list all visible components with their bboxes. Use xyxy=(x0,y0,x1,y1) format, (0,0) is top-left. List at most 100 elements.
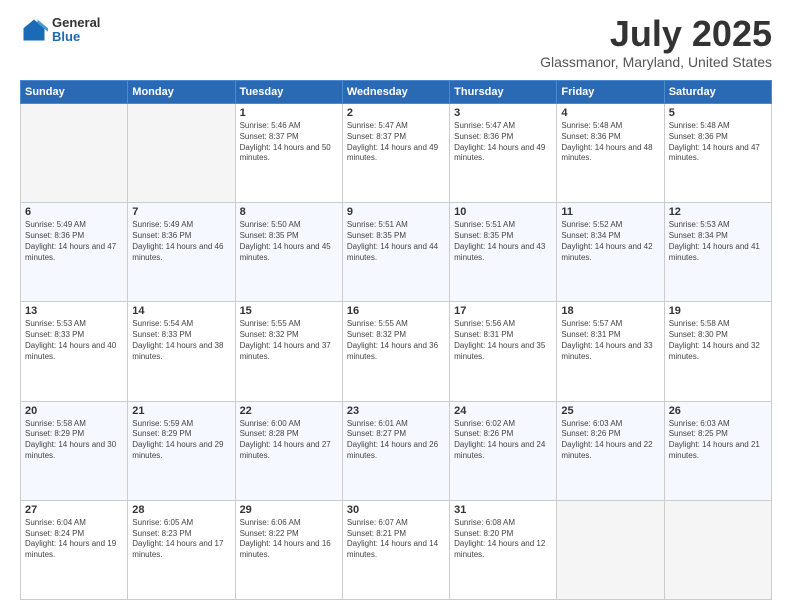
day-cell: 18 Sunrise: 5:57 AMSunset: 8:31 PMDayligh… xyxy=(557,302,664,401)
day-number: 20 xyxy=(25,405,123,417)
day-number: 27 xyxy=(25,504,123,516)
page: General Blue July 2025 Glassmanor, Maryl… xyxy=(0,0,792,612)
day-number: 18 xyxy=(561,305,659,317)
day-info: Sunrise: 5:59 AMSunset: 8:29 PMDaylight:… xyxy=(132,419,230,462)
day-info: Sunrise: 5:49 AMSunset: 8:36 PMDaylight:… xyxy=(132,220,230,263)
logo-line1: General xyxy=(52,16,100,30)
day-cell: 31 Sunrise: 6:08 AMSunset: 8:20 PMDayligh… xyxy=(450,500,557,599)
day-number: 7 xyxy=(132,206,230,218)
day-cell: 25Sunrise: 6:03 AMSunset: 8:26 PMDayligh… xyxy=(557,401,664,500)
day-cell: 19 Sunrise: 5:58 AMSunset: 8:30 PMDayligh… xyxy=(664,302,771,401)
day-info: Sunrise: 5:58 AMSunset: 8:29 PMDaylight:… xyxy=(25,419,123,462)
week-row-5: 27 Sunrise: 6:04 AMSunset: 8:24 PMDayligh… xyxy=(21,500,772,599)
day-cell: 29 Sunrise: 6:06 AMSunset: 8:22 PMDayligh… xyxy=(235,500,342,599)
day-number: 26 xyxy=(669,405,767,417)
day-number: 4 xyxy=(561,107,659,119)
day-info: Sunrise: 5:52 AMSunset: 8:34 PMDaylight:… xyxy=(561,220,659,263)
day-cell: 27 Sunrise: 6:04 AMSunset: 8:24 PMDayligh… xyxy=(21,500,128,599)
day-number: 22 xyxy=(240,405,338,417)
day-cell: 23 Sunrise: 6:01 AMSunset: 8:27 PMDayligh… xyxy=(342,401,449,500)
col-wednesday: Wednesday xyxy=(342,81,449,104)
day-cell: 11 Sunrise: 5:52 AMSunset: 8:34 PMDayligh… xyxy=(557,203,664,302)
day-number: 29 xyxy=(240,504,338,516)
day-cell: 21 Sunrise: 5:59 AMSunset: 8:29 PMDayligh… xyxy=(128,401,235,500)
col-saturday: Saturday xyxy=(664,81,771,104)
day-number: 23 xyxy=(347,405,445,417)
day-number: 13 xyxy=(25,305,123,317)
day-number: 28 xyxy=(132,504,230,516)
logo-icon xyxy=(20,16,48,44)
subtitle: Glassmanor, Maryland, United States xyxy=(540,54,772,70)
main-title: July 2025 xyxy=(540,16,772,52)
calendar-header-row: Sunday Monday Tuesday Wednesday Thursday… xyxy=(21,81,772,104)
day-number: 3 xyxy=(454,107,552,119)
day-info: Sunrise: 5:47 AMSunset: 8:37 PMDaylight:… xyxy=(347,121,445,164)
day-cell: 10 Sunrise: 5:51 AMSunset: 8:35 PMDayligh… xyxy=(450,203,557,302)
day-info: Sunrise: 6:00 AMSunset: 8:28 PMDaylight:… xyxy=(240,419,338,462)
day-info: Sunrise: 5:51 AMSunset: 8:35 PMDaylight:… xyxy=(347,220,445,263)
day-cell: 1 Sunrise: 5:46 AMSunset: 8:37 PMDaylight… xyxy=(235,104,342,203)
day-info: Sunrise: 6:05 AMSunset: 8:23 PMDaylight:… xyxy=(132,518,230,561)
day-info: Sunrise: 6:06 AMSunset: 8:22 PMDaylight:… xyxy=(240,518,338,561)
day-number: 17 xyxy=(454,305,552,317)
day-number: 1 xyxy=(240,107,338,119)
day-cell: 13Sunrise: 5:53 AMSunset: 8:33 PMDayligh… xyxy=(21,302,128,401)
day-number: 12 xyxy=(669,206,767,218)
col-sunday: Sunday xyxy=(21,81,128,104)
day-info: Sunrise: 5:55 AMSunset: 8:32 PMDaylight:… xyxy=(240,319,338,362)
col-tuesday: Tuesday xyxy=(235,81,342,104)
day-info: Sunrise: 6:02 AMSunset: 8:26 PMDaylight:… xyxy=(454,419,552,462)
col-friday: Friday xyxy=(557,81,664,104)
day-info: Sunrise: 5:57 AMSunset: 8:31 PMDaylight:… xyxy=(561,319,659,362)
day-info: Sunrise: 5:48 AMSunset: 8:36 PMDaylight:… xyxy=(669,121,767,164)
day-info: Sunrise: 5:58 AMSunset: 8:30 PMDaylight:… xyxy=(669,319,767,362)
day-number: 8 xyxy=(240,206,338,218)
day-info: Sunrise: 6:08 AMSunset: 8:20 PMDaylight:… xyxy=(454,518,552,561)
title-block: July 2025 Glassmanor, Maryland, United S… xyxy=(540,16,772,70)
day-info: Sunrise: 5:49 AMSunset: 8:36 PMDaylight:… xyxy=(25,220,123,263)
day-cell: 28 Sunrise: 6:05 AMSunset: 8:23 PMDayligh… xyxy=(128,500,235,599)
day-number: 6 xyxy=(25,206,123,218)
day-info: Sunrise: 5:51 AMSunset: 8:35 PMDaylight:… xyxy=(454,220,552,263)
day-info: Sunrise: 5:56 AMSunset: 8:31 PMDaylight:… xyxy=(454,319,552,362)
day-info: Sunrise: 5:46 AMSunset: 8:37 PMDaylight:… xyxy=(240,121,338,164)
day-cell: 14 Sunrise: 5:54 AMSunset: 8:33 PMDayligh… xyxy=(128,302,235,401)
logo-line2: Blue xyxy=(52,30,100,44)
col-thursday: Thursday xyxy=(450,81,557,104)
week-row-4: 20 Sunrise: 5:58 AMSunset: 8:29 PMDayligh… xyxy=(21,401,772,500)
week-row-1: 1 Sunrise: 5:46 AMSunset: 8:37 PMDaylight… xyxy=(21,104,772,203)
calendar-table: Sunday Monday Tuesday Wednesday Thursday… xyxy=(20,80,772,600)
day-info: Sunrise: 6:03 AMSunset: 8:25 PMDaylight:… xyxy=(669,419,767,462)
day-info: Sunrise: 6:04 AMSunset: 8:24 PMDaylight:… xyxy=(25,518,123,561)
day-info: Sunrise: 5:54 AMSunset: 8:33 PMDaylight:… xyxy=(132,319,230,362)
day-cell: 3 Sunrise: 5:47 AMSunset: 8:36 PMDaylight… xyxy=(450,104,557,203)
day-number: 10 xyxy=(454,206,552,218)
day-number: 14 xyxy=(132,305,230,317)
day-info: Sunrise: 5:47 AMSunset: 8:36 PMDaylight:… xyxy=(454,121,552,164)
day-number: 5 xyxy=(669,107,767,119)
day-info: Sunrise: 6:01 AMSunset: 8:27 PMDaylight:… xyxy=(347,419,445,462)
day-number: 19 xyxy=(669,305,767,317)
day-number: 2 xyxy=(347,107,445,119)
day-info: Sunrise: 6:03 AMSunset: 8:26 PMDaylight:… xyxy=(561,419,659,462)
day-cell: 15Sunrise: 5:55 AMSunset: 8:32 PMDayligh… xyxy=(235,302,342,401)
day-cell: 17 Sunrise: 5:56 AMSunset: 8:31 PMDayligh… xyxy=(450,302,557,401)
day-number: 21 xyxy=(132,405,230,417)
day-cell: 20 Sunrise: 5:58 AMSunset: 8:29 PMDayligh… xyxy=(21,401,128,500)
week-row-3: 13Sunrise: 5:53 AMSunset: 8:33 PMDayligh… xyxy=(21,302,772,401)
day-info: Sunrise: 5:48 AMSunset: 8:36 PMDaylight:… xyxy=(561,121,659,164)
day-cell: 4 Sunrise: 5:48 AMSunset: 8:36 PMDaylight… xyxy=(557,104,664,203)
day-number: 31 xyxy=(454,504,552,516)
day-number: 11 xyxy=(561,206,659,218)
day-cell xyxy=(664,500,771,599)
day-number: 24 xyxy=(454,405,552,417)
day-cell: 2 Sunrise: 5:47 AMSunset: 8:37 PMDaylight… xyxy=(342,104,449,203)
day-cell: 6 Sunrise: 5:49 AMSunset: 8:36 PMDaylight… xyxy=(21,203,128,302)
day-cell xyxy=(128,104,235,203)
day-cell: 30 Sunrise: 6:07 AMSunset: 8:21 PMDayligh… xyxy=(342,500,449,599)
day-number: 30 xyxy=(347,504,445,516)
day-info: Sunrise: 6:07 AMSunset: 8:21 PMDaylight:… xyxy=(347,518,445,561)
logo: General Blue xyxy=(20,16,100,45)
day-cell: 7 Sunrise: 5:49 AMSunset: 8:36 PMDaylight… xyxy=(128,203,235,302)
day-info: Sunrise: 5:50 AMSunset: 8:35 PMDaylight:… xyxy=(240,220,338,263)
